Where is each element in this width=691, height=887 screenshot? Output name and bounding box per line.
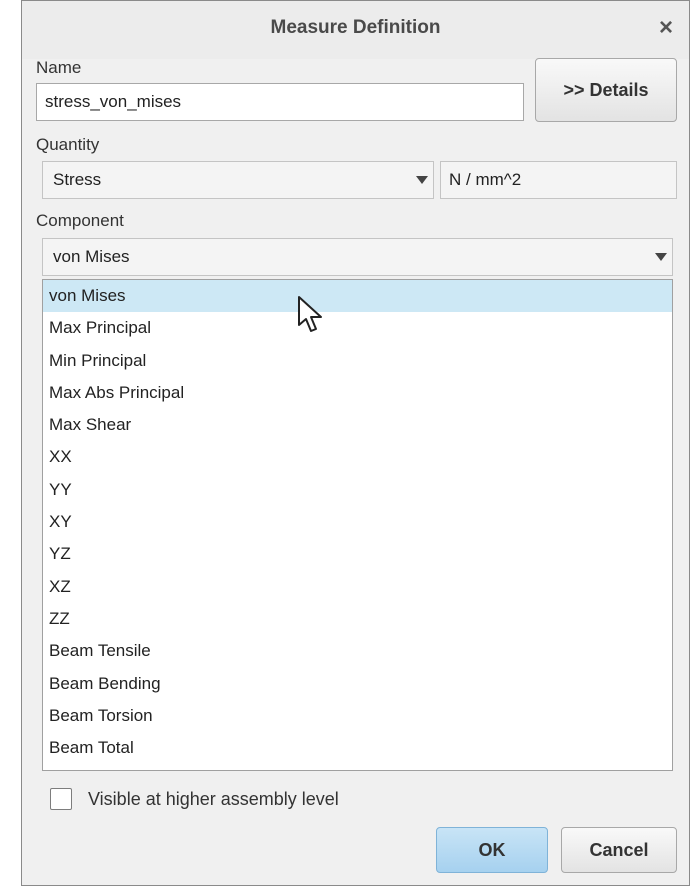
quantity-label: Quantity	[36, 135, 100, 154]
component-selected-value: von Mises	[53, 247, 130, 266]
list-item[interactable]: YZ	[43, 538, 672, 570]
chevron-down-icon[interactable]	[409, 162, 435, 198]
dialog-title: Measure Definition	[270, 17, 441, 38]
details-button[interactable]: >> Details	[535, 58, 677, 122]
cancel-button[interactable]: Cancel	[561, 827, 677, 873]
quantity-select[interactable]: Stress	[42, 161, 434, 199]
chevron-down-icon[interactable]	[648, 239, 674, 275]
list-item[interactable]: Beam Total	[43, 732, 672, 764]
list-item[interactable]: Min Principal	[43, 345, 672, 377]
name-input[interactable]: stress_von_mises	[36, 83, 524, 121]
component-select[interactable]: von Mises	[42, 238, 673, 276]
quantity-units-field: N / mm^2	[440, 161, 677, 199]
name-label: Name	[36, 58, 82, 77]
title-bar: Measure Definition ×	[22, 1, 689, 59]
list-item[interactable]: Max Shear	[43, 409, 672, 441]
list-item[interactable]: Max Abs Principal	[43, 377, 672, 409]
list-item[interactable]: XZ	[43, 571, 672, 603]
list-item[interactable]: YY	[43, 474, 672, 506]
list-item[interactable]: XX	[43, 441, 672, 473]
visible-higher-level-label: Visible at higher assembly level	[88, 789, 339, 809]
list-item[interactable]: ZZ	[43, 603, 672, 635]
name-input-value: stress_von_mises	[45, 92, 182, 111]
component-label: Component	[36, 211, 124, 230]
close-icon[interactable]: ×	[653, 15, 679, 41]
list-item[interactable]: XY	[43, 506, 672, 538]
list-item[interactable]: Beam Torsion	[43, 700, 672, 732]
visible-higher-level-checkbox[interactable]	[50, 788, 72, 810]
quantity-units-value: N / mm^2	[449, 170, 522, 189]
list-item[interactable]: Beam Tensile	[43, 635, 672, 667]
mouse-pointer-icon	[298, 296, 322, 332]
quantity-selected-value: Stress	[53, 170, 102, 189]
measure-definition-dialog: Measure Definition × Name stress_von_mis…	[21, 0, 690, 886]
list-item[interactable]: Beam Bending	[43, 668, 672, 700]
component-dropdown-list[interactable]: von Mises Max Principal Min Principal Max A…	[42, 279, 673, 771]
ok-button[interactable]: OK	[436, 827, 548, 873]
list-item[interactable]: Max Principal	[43, 312, 672, 344]
list-item[interactable]: von Mises	[43, 280, 672, 313]
